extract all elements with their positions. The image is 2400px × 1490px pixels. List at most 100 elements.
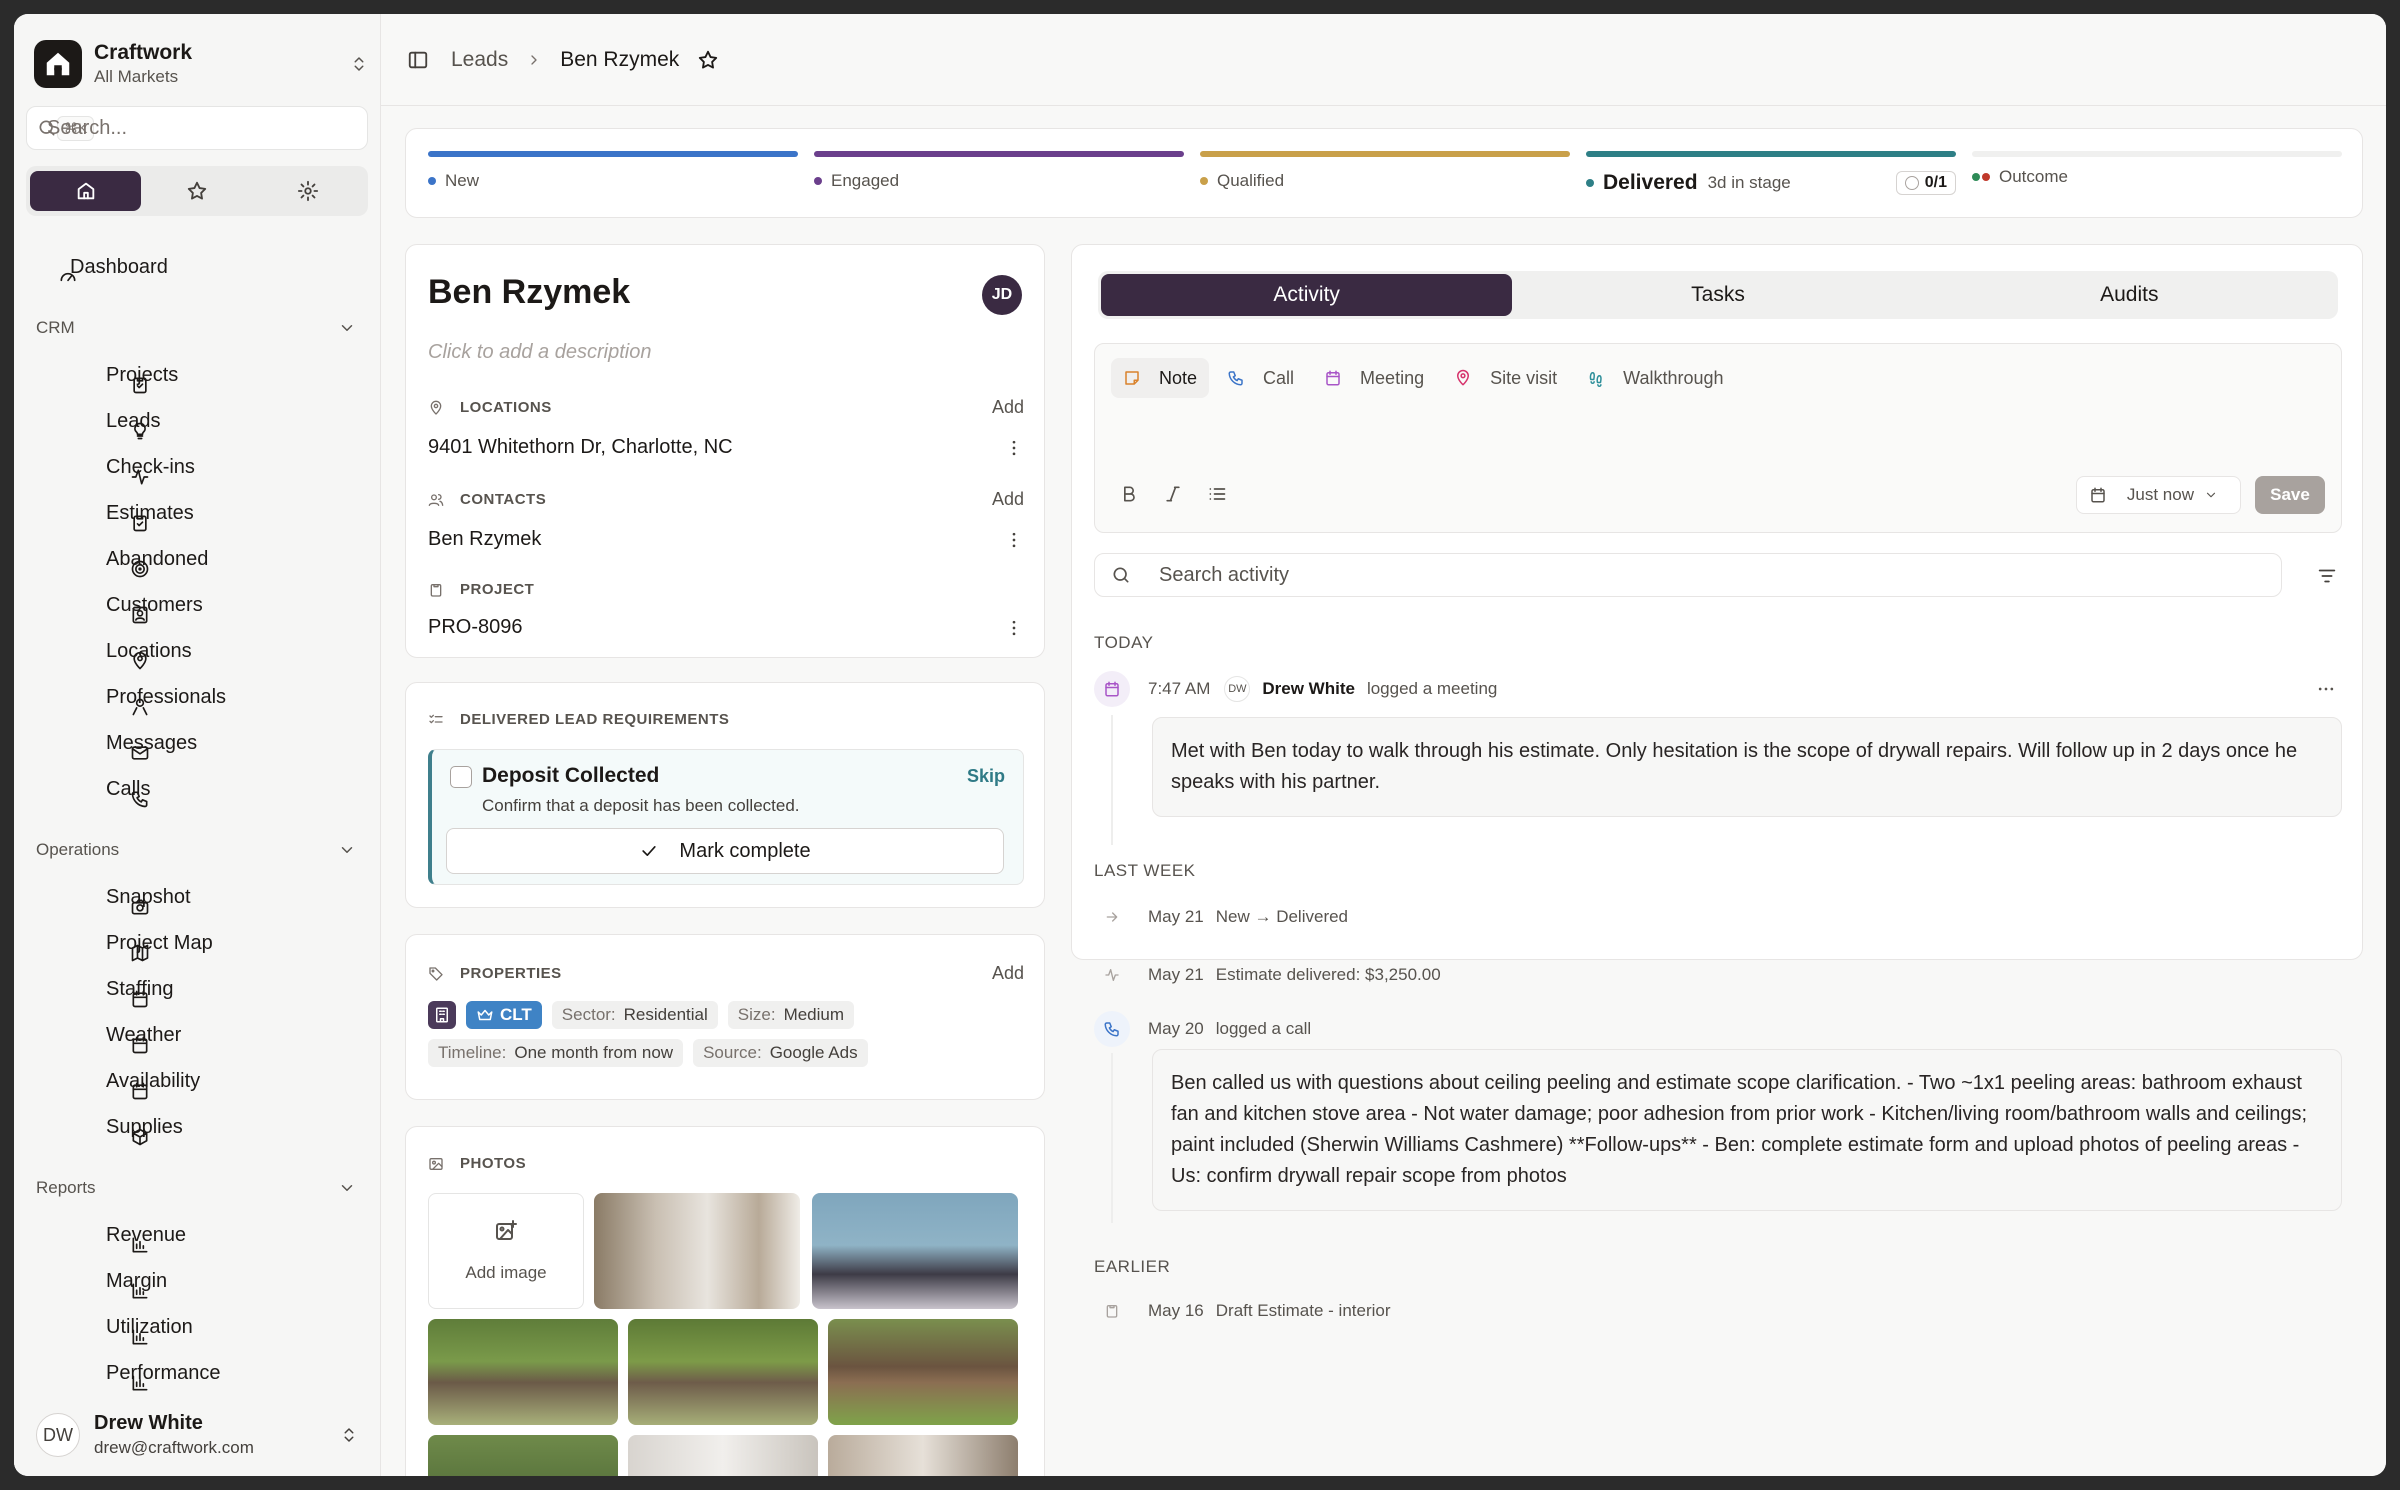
home-mode-button[interactable] bbox=[30, 171, 142, 211]
mark-complete-button[interactable]: Mark complete bbox=[446, 828, 1004, 874]
photo-interior-1[interactable] bbox=[628, 1435, 818, 1476]
market-chip[interactable]: CLT bbox=[466, 1001, 542, 1029]
sidebar-item-weather[interactable]: Weather bbox=[14, 1012, 380, 1058]
type-meeting-button[interactable]: Meeting bbox=[1312, 358, 1436, 398]
activity-composer[interactable]: Note Call Meeting Site visit Walkthrough… bbox=[1094, 343, 2342, 533]
contact-value[interactable]: Ben Rzymek bbox=[428, 528, 541, 551]
timestamp-value: Just now bbox=[2126, 485, 2194, 504]
sidebar-item-snapshot[interactable]: Snapshot bbox=[14, 874, 380, 920]
sidebar-item-dashboard[interactable]: Dashboard bbox=[14, 244, 380, 290]
check-icon bbox=[639, 841, 669, 861]
photo-yard-3[interactable] bbox=[428, 1435, 618, 1476]
sidebar-item-supplies[interactable]: Supplies bbox=[14, 1104, 380, 1150]
add-location-button[interactable]: Add bbox=[992, 397, 1024, 418]
more-vertical-icon[interactable] bbox=[1004, 618, 1024, 638]
add-property-button[interactable]: Add bbox=[992, 963, 1024, 984]
stage-outcome[interactable]: Outcome bbox=[1972, 151, 2342, 211]
add-contact-button[interactable]: Add bbox=[992, 489, 1024, 510]
size-chip[interactable]: Size: Medium bbox=[727, 1001, 855, 1029]
filter-icon[interactable] bbox=[2316, 565, 2338, 587]
sidebar-item-customers[interactable]: Customers bbox=[14, 582, 380, 628]
stage-engaged[interactable]: Engaged bbox=[814, 151, 1184, 211]
sector-chip[interactable]: Sector: Residential bbox=[551, 1001, 718, 1029]
lead-description[interactable]: Click to add a description bbox=[428, 341, 651, 364]
nav-group-operations[interactable]: Operations bbox=[14, 826, 380, 874]
requirement-checkbox[interactable] bbox=[450, 766, 472, 788]
location-value[interactable]: 9401 Whitethorn Dr, Charlotte, NC bbox=[428, 436, 733, 459]
sidebar-toggle-icon[interactable] bbox=[407, 49, 429, 71]
more-horizontal-icon[interactable] bbox=[2316, 679, 2336, 699]
sidebar-item-checkins[interactable]: Check-ins bbox=[14, 444, 380, 490]
sidebar-item-abandoned[interactable]: Abandoned bbox=[14, 536, 380, 582]
type-call-button[interactable]: Call bbox=[1215, 358, 1306, 398]
user-name: Drew White bbox=[94, 1412, 203, 1434]
add-image-label: Add image bbox=[465, 1263, 547, 1282]
calendar-icon bbox=[1094, 671, 1130, 707]
sidebar-item-staffing[interactable]: Staffing bbox=[14, 966, 380, 1012]
photo-house-exterior[interactable] bbox=[828, 1319, 1018, 1425]
add-image-button[interactable]: Add image bbox=[428, 1193, 584, 1309]
sidebar-item-projects[interactable]: Projects bbox=[14, 352, 380, 398]
type-note-button[interactable]: Note bbox=[1111, 358, 1210, 398]
stage-delivered[interactable]: Delivered 3d in stage 0/1 bbox=[1586, 151, 1956, 211]
sidebar-item-label: Professionals bbox=[106, 685, 227, 708]
source-chip[interactable]: Source: Google Ads bbox=[693, 1039, 868, 1067]
stage-duration: 3d in stage bbox=[1707, 173, 1791, 192]
sidebar-item-locations[interactable]: Locations bbox=[14, 628, 380, 674]
sidebar-item-leads[interactable]: Leads bbox=[14, 398, 380, 444]
workspace-switcher[interactable]: Craftwork All Markets bbox=[34, 34, 374, 94]
favorite-star-icon[interactable] bbox=[697, 49, 719, 71]
properties-card: PROPERTIES Add CLT Sector: Residential Siz… bbox=[405, 934, 1045, 1100]
sidebar-item-utilization[interactable]: Utilization bbox=[14, 1304, 380, 1350]
tab-tasks[interactable]: Tasks bbox=[1512, 274, 1923, 316]
requirements-card: DELIVERED LEAD REQUIREMENTS Deposit Coll… bbox=[405, 682, 1045, 908]
photo-interior-2[interactable] bbox=[828, 1435, 1018, 1476]
tab-activity[interactable]: Activity bbox=[1101, 274, 1513, 316]
settings-mode-button[interactable] bbox=[253, 171, 364, 211]
stage-bar bbox=[1200, 151, 1570, 157]
chevrons-updown-icon bbox=[340, 1426, 358, 1444]
sidebar-item-performance[interactable]: Performance bbox=[14, 1350, 380, 1394]
sidebar-item-margin[interactable]: Margin bbox=[14, 1258, 380, 1304]
lead-name[interactable]: Ben Rzymek bbox=[428, 273, 630, 312]
type-site-visit-button[interactable]: Site visit bbox=[1442, 358, 1569, 398]
list-icon[interactable] bbox=[1207, 484, 1227, 504]
photo-backyard-2[interactable] bbox=[628, 1319, 818, 1425]
nav-group-reports[interactable]: Reports bbox=[14, 1164, 380, 1212]
bold-icon[interactable] bbox=[1119, 484, 1139, 504]
sidebar-item-availability[interactable]: Availability bbox=[14, 1058, 380, 1104]
sidebar-item-estimates[interactable]: Estimates bbox=[14, 490, 380, 536]
more-vertical-icon[interactable] bbox=[1004, 530, 1024, 550]
photo-bedroom[interactable] bbox=[812, 1193, 1018, 1309]
favorites-mode-button[interactable] bbox=[141, 171, 252, 211]
activity-search-input[interactable]: Search activity bbox=[1094, 553, 2282, 597]
project-value[interactable]: PRO-8096 bbox=[428, 616, 523, 639]
tab-audits[interactable]: Audits bbox=[1924, 274, 2335, 316]
photo-bathroom-vanity[interactable] bbox=[594, 1193, 800, 1309]
user-menu[interactable]: DW Drew White drew@craftwork.com bbox=[14, 1394, 380, 1476]
sidebar-search[interactable]: Search... ⌘K bbox=[26, 106, 368, 150]
type-label: Walkthrough bbox=[1623, 367, 1724, 388]
save-button[interactable]: Save bbox=[2255, 476, 2325, 514]
skip-button[interactable]: Skip bbox=[967, 766, 1005, 787]
nav-group-crm[interactable]: CRM bbox=[14, 304, 380, 352]
stage-qualified[interactable]: Qualified bbox=[1200, 151, 1570, 211]
gear-icon bbox=[297, 180, 319, 202]
timestamp-picker[interactable]: Just now bbox=[2075, 476, 2241, 514]
sidebar-item-professionals[interactable]: Professionals bbox=[14, 674, 380, 720]
italic-icon[interactable] bbox=[1163, 484, 1183, 504]
timeline-chip[interactable]: Timeline: One month from now bbox=[428, 1039, 684, 1067]
stage-new[interactable]: New bbox=[428, 151, 798, 211]
event-author[interactable]: Drew White bbox=[1262, 679, 1355, 699]
breadcrumb-leads[interactable]: Leads bbox=[451, 48, 508, 72]
sidebar-item-calls[interactable]: Calls bbox=[14, 766, 380, 812]
owner-avatar[interactable]: JD bbox=[982, 275, 1022, 315]
requirement-description: Confirm that a deposit has been collecte… bbox=[482, 796, 800, 815]
sidebar-item-revenue[interactable]: Revenue bbox=[14, 1212, 380, 1258]
photo-backyard-1[interactable] bbox=[428, 1319, 618, 1425]
sidebar-item-messages[interactable]: Messages bbox=[14, 720, 380, 766]
more-vertical-icon[interactable] bbox=[1004, 438, 1024, 458]
type-walkthrough-button[interactable]: Walkthrough bbox=[1575, 358, 1735, 398]
sidebar-item-label: Performance bbox=[106, 1361, 221, 1384]
sidebar-item-project-map[interactable]: Project Map bbox=[14, 920, 380, 966]
